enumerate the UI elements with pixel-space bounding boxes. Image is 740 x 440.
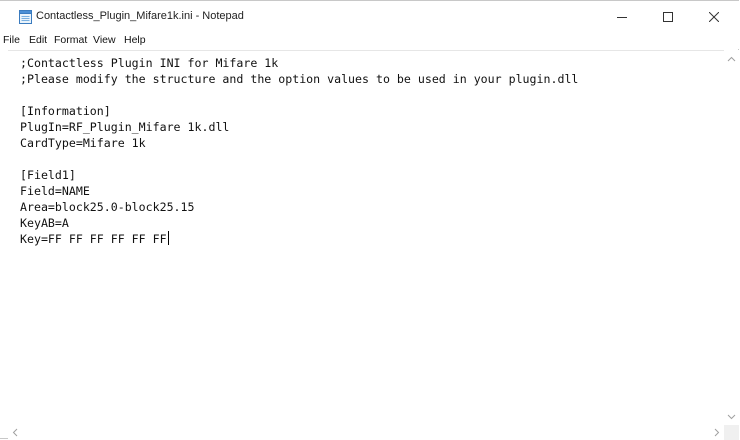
scroll-down-icon[interactable] [727,412,736,421]
text-line-content: Key=FF FF FF FF FF FF [20,232,167,246]
close-icon [709,11,719,22]
text-line: CardType=Mifare 1k [20,136,146,150]
scroll-left-icon[interactable] [10,428,19,437]
text-line: [Field1] [20,168,76,182]
menu-file[interactable]: File [3,33,20,48]
title-bar[interactable]: Contactless_Plugin_Mifare1k.ini - Notepa… [0,1,739,32]
notepad-icon [19,10,32,24]
size-grip[interactable] [724,425,739,440]
minimize-icon [617,12,627,22]
text-line: PlugIn=RF_Plugin_Mifare 1k.dll [20,120,230,134]
window-title: Contactless_Plugin_Mifare1k.ini - Notepa… [36,10,244,22]
text-editor[interactable]: ;Contactless Plugin INI for Mifare 1k ;P… [8,50,724,426]
vertical-scrollbar[interactable] [724,50,739,425]
maximize-button[interactable] [645,1,691,32]
text-line: ;Please modify the structure and the opt… [20,72,579,86]
menu-format[interactable]: Format [54,33,87,48]
horizontal-scrollbar[interactable] [8,425,724,440]
close-button[interactable] [691,1,737,32]
text-line: ;Contactless Plugin INI for Mifare 1k [20,56,279,70]
menu-bar: File Edit Format View Help [0,32,739,49]
text-line: Field=NAME [20,184,90,198]
notepad-window: Contactless_Plugin_Mifare1k.ini - Notepa… [0,0,739,440]
text-caret [167,231,169,245]
maximize-icon [663,11,673,22]
text-line: Area=block25.0-block25.15 [20,200,195,214]
text-line-last: Key=FF FF FF FF FF FF [20,231,169,247]
minimize-button[interactable] [599,1,645,32]
scroll-right-icon[interactable] [712,428,721,437]
menu-help[interactable]: Help [124,33,146,48]
menu-edit[interactable]: Edit [29,33,47,48]
menu-view[interactable]: View [93,33,116,48]
text-line: KeyAB=A [20,216,69,230]
scroll-up-icon[interactable] [727,54,736,63]
text-line: [Information] [20,104,111,118]
